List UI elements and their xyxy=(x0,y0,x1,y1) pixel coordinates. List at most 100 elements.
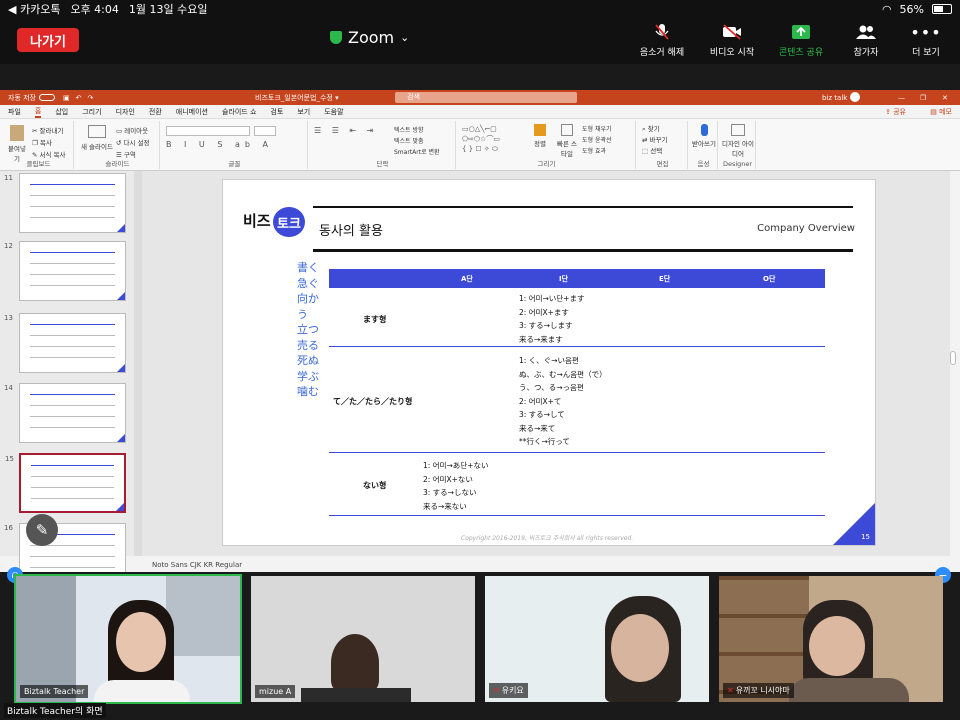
replace-button[interactable]: ⇄ 바꾸기 xyxy=(642,135,667,146)
share-content-button[interactable]: 콘텐츠 공유 xyxy=(769,22,833,58)
menu-item[interactable]: 홈 xyxy=(34,106,42,118)
find-button[interactable]: ⌕ 찾기 xyxy=(642,124,667,135)
shape-effects-label: 도형 효과 xyxy=(582,148,606,155)
share-button[interactable]: ⇪ 공유 xyxy=(885,107,906,117)
participant-name: Biztalk Teacher xyxy=(20,685,89,698)
select-button[interactable]: ⬚ 선택 xyxy=(642,146,667,157)
thumbnail-line xyxy=(30,427,115,428)
share-content-label: 콘텐츠 공유 xyxy=(778,48,824,58)
search-box[interactable]: 검색 xyxy=(395,92,577,103)
thumbnail-corner xyxy=(117,364,125,372)
slide[interactable]: 비즈 토크 동사의 활용 Company Overview 書く 急ぐ 向かう 立つ売… xyxy=(222,179,876,546)
search-placeholder: 검색 xyxy=(407,93,420,101)
save-icon[interactable]: ▣ xyxy=(63,94,70,102)
video-off-icon xyxy=(700,22,764,42)
slide-thumbnail[interactable]: 15 xyxy=(5,453,126,513)
shapes-gallery[interactable]: ▭○△╲⌐▢ ⬠⇨⬡☆⌒▭{ } ☐ ✧ ⬭ xyxy=(462,124,528,156)
mic-muted-icon: ✕ xyxy=(727,686,734,695)
quick-styles-button[interactable]: 빠른 스타일 xyxy=(556,124,578,158)
unmute-button[interactable]: 음소거 해제 xyxy=(630,22,694,58)
ppt-menu-bar: 파일 홈 삽입 그리기 디자인 전환 애니메이션 슬라이드 쇼 검토 보기 도움말 ⇪ 공유 ▤ 메모 xyxy=(0,105,960,119)
shape-fill-button[interactable]: 도형 채우기 xyxy=(582,124,612,135)
clipboard-group-label: 클립보드 xyxy=(26,160,51,168)
video-tile[interactable]: ✕ 유끼꼬 니시야마 xyxy=(719,576,943,702)
menu-item[interactable]: 전환 xyxy=(149,107,162,117)
shield-icon xyxy=(330,31,342,44)
menu-item[interactable]: 그리기 xyxy=(82,107,101,117)
more-label: 더 보기 xyxy=(912,48,940,58)
file-name[interactable]: 비즈토크_일본어문법_수정 ▾ xyxy=(255,93,339,103)
copyright: Copyright 2016-2019, 비즈토크 주식회사 all right… xyxy=(461,535,634,542)
shape-effects-button[interactable]: 도형 효과 xyxy=(582,146,612,157)
menu-item[interactable]: 검토 xyxy=(270,107,283,117)
thumbnail-line xyxy=(30,556,115,557)
shape-outline-button[interactable]: 도형 윤곽선 xyxy=(582,135,612,146)
clock: 오후 4:04 xyxy=(70,3,119,16)
editing-group: ⌕ 찾기 ⇄ 바꾸기 ⬚ 선택 편집 xyxy=(638,121,688,169)
meeting-title[interactable]: Zoom ⌄ xyxy=(330,28,409,47)
user-name[interactable]: biz talk xyxy=(822,94,847,102)
slides-group-label: 슬라이드 xyxy=(105,160,130,168)
smartart-button[interactable]: SmartArt로 변환 xyxy=(394,147,440,158)
font-name-select[interactable] xyxy=(166,126,250,136)
copy-button[interactable]: ❐ 복사 xyxy=(32,137,66,149)
drawing-group: ▭○△╲⌐▢ ⬠⇨⬡☆⌒▭{ } ☐ ✧ ⬭ 정렬 빠른 스타일 도형 채우기 도… xyxy=(458,121,636,169)
dictate-button[interactable]: 받아쓰기 xyxy=(692,124,716,148)
participants-icon xyxy=(834,22,898,42)
participant-shirt xyxy=(94,680,190,702)
video-tile[interactable]: Biztalk Teacher xyxy=(14,574,242,704)
avatar[interactable] xyxy=(850,92,860,102)
slide-thumbnail[interactable]: 11 xyxy=(4,173,126,233)
thumbnails-scrollbar[interactable] xyxy=(134,171,142,556)
reset-button[interactable]: ↺ 다시 설정 xyxy=(116,137,150,149)
text-direction-button[interactable]: 텍스트 방향 xyxy=(394,125,440,136)
mic-muted-icon: ✕ xyxy=(493,686,500,695)
arrange-button[interactable]: 정렬 xyxy=(534,124,546,148)
slide-thumbnail[interactable]: 12 xyxy=(4,241,126,301)
video-tile[interactable]: ✕ 유키요 xyxy=(485,576,709,702)
slide-thumbnail[interactable]: 13 xyxy=(4,313,126,373)
menu-item[interactable]: 애니메이션 xyxy=(176,107,208,117)
window-frame xyxy=(166,576,240,656)
autosave-label: 자동 저장 xyxy=(8,93,36,102)
font-format-buttons[interactable]: B I U S ab A xyxy=(166,140,273,149)
restore-icon[interactable]: ❐ xyxy=(920,94,926,102)
layout-label: 레이아웃 xyxy=(124,127,149,135)
minimize-icon[interactable]: — xyxy=(898,94,905,102)
video-tile[interactable]: mizue A xyxy=(251,576,475,702)
comments-button[interactable]: ▤ 메모 xyxy=(930,107,952,117)
thumbnail-line xyxy=(30,206,115,207)
font-size-select[interactable] xyxy=(254,126,276,136)
arrange-label: 정렬 xyxy=(534,140,546,148)
annotate-pencil-icon[interactable]: ✎ xyxy=(26,514,58,546)
participants-button[interactable]: 참가자 xyxy=(834,22,898,58)
text-align-button[interactable]: 텍스트 맞춤 xyxy=(394,136,440,147)
undo-icon[interactable]: ↶ xyxy=(76,94,82,102)
menu-item[interactable]: 디자인 xyxy=(116,107,135,117)
cut-button[interactable]: ✂ 잘라내기 xyxy=(32,125,66,137)
slide-thumbnail[interactable]: 14 xyxy=(4,383,126,443)
more-button[interactable]: ••• 더 보기 xyxy=(894,22,958,59)
redo-icon[interactable]: ↷ xyxy=(88,94,94,102)
autosave-toggle[interactable] xyxy=(39,94,55,101)
menu-item[interactable]: 슬라이드 쇼 xyxy=(222,107,256,117)
logo-text: 비즈 xyxy=(243,212,271,230)
menu-item[interactable]: 파일 xyxy=(8,107,21,117)
menu-item[interactable]: 도움말 xyxy=(324,107,343,117)
close-icon[interactable]: ✕ xyxy=(942,94,948,102)
menu-item[interactable]: 삽입 xyxy=(55,107,68,117)
new-slide-button[interactable]: 새 슬라이드 xyxy=(80,125,114,151)
paragraph-group: ☰ ☰ ⇤ ⇥ 텍스트 방향 텍스트 맞춤 SmartArt로 변환 단락 xyxy=(310,121,456,169)
thumbnail-line xyxy=(30,335,115,336)
leave-button[interactable]: 나가기 xyxy=(17,28,79,52)
list-buttons[interactable]: ☰ ☰ ⇤ ⇥ xyxy=(314,126,377,135)
canvas-scrollbar[interactable] xyxy=(950,351,956,365)
layout-button[interactable]: ▭ 레이아웃 xyxy=(116,125,150,137)
menu-item[interactable]: 보기 xyxy=(297,107,310,117)
designer-ideas-button[interactable]: 디자인 아이디어 xyxy=(722,124,754,158)
slide-title: 동사의 활용 xyxy=(319,224,383,239)
participant-name: mizue A xyxy=(255,685,296,698)
start-video-button[interactable]: 비디오 시작 xyxy=(700,22,764,58)
slide-number: 15 xyxy=(5,455,14,463)
back-to-app[interactable]: ◀ 카카오톡 xyxy=(8,1,60,17)
